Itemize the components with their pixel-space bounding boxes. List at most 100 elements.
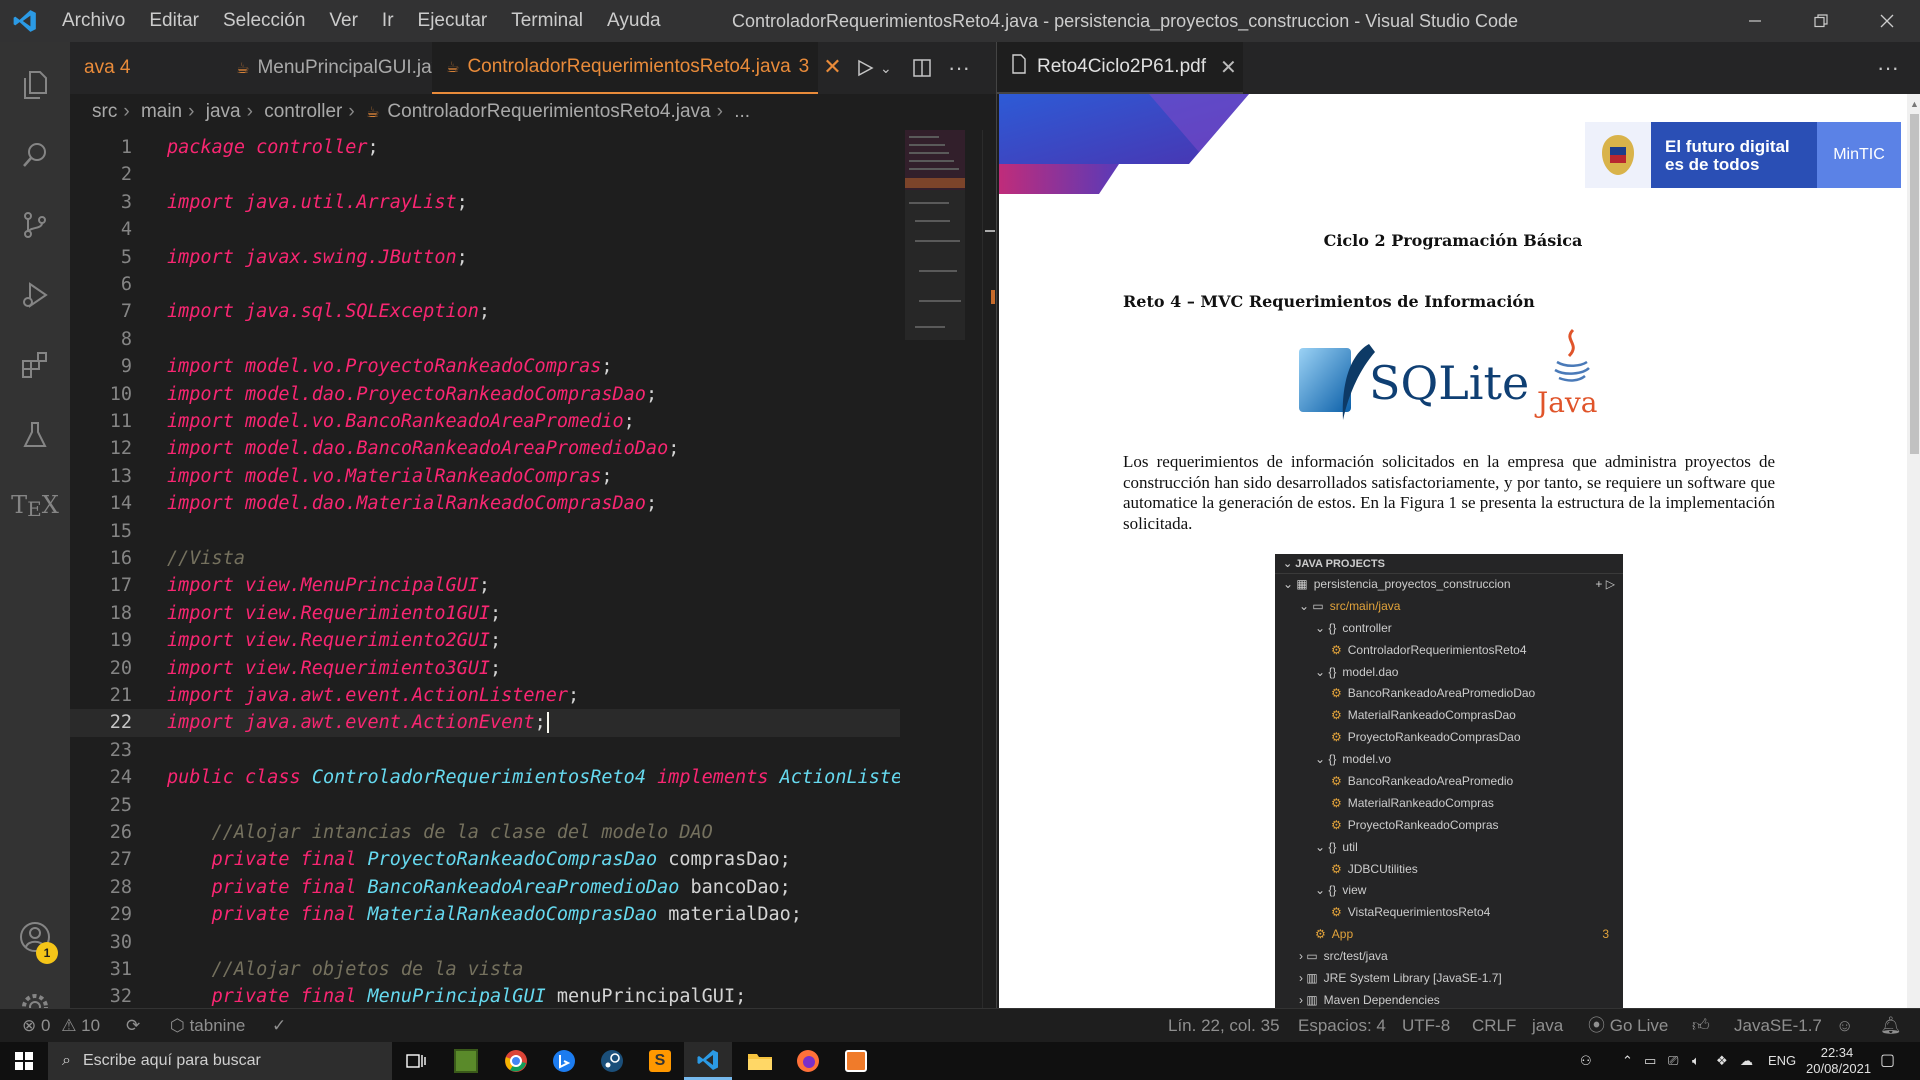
- code-line[interactable]: 24 public class ControladorRequerimientos…: [70, 764, 900, 791]
- line-number[interactable]: 28: [70, 874, 132, 901]
- line-number[interactable]: 7: [70, 298, 132, 325]
- line-number[interactable]: 31: [70, 956, 132, 983]
- language-mode[interactable]: java: [1532, 1009, 1563, 1043]
- line-number[interactable]: 1: [70, 134, 132, 161]
- line-number[interactable]: 15: [70, 518, 132, 545]
- steam-app-icon[interactable]: [588, 1042, 636, 1080]
- code-line[interactable]: 28 private final BancoRankeadoAreaPromed…: [70, 874, 900, 901]
- code-line[interactable]: 11 import model.vo.BancoRankeadoAreaProme…: [70, 408, 900, 435]
- minimize-button[interactable]: [1722, 0, 1788, 42]
- tex-icon[interactable]: TEX: [0, 470, 70, 540]
- menu-item[interactable]: Editar: [137, 0, 211, 42]
- breadcrumb-controller[interactable]: controller: [264, 101, 342, 122]
- code-line[interactable]: 5 import javax.swing.JButton;: [70, 244, 900, 271]
- chrome-app-icon[interactable]: [492, 1042, 540, 1080]
- line-number[interactable]: 12: [70, 435, 132, 462]
- menu-item[interactable]: Terminal: [499, 0, 595, 42]
- line-number[interactable]: 2: [70, 161, 132, 188]
- language-indicator[interactable]: ENG: [1768, 1042, 1796, 1080]
- line-number[interactable]: 13: [70, 463, 132, 490]
- feedback-icon[interactable]: ☺: [1836, 1009, 1853, 1043]
- code-line[interactable]: 25: [70, 792, 900, 819]
- check-icon[interactable]: ✓: [272, 1009, 286, 1043]
- code-line[interactable]: 22 import java.awt.event.ActionEvent;: [70, 709, 900, 737]
- problems-status[interactable]: ⊗ 0 ⚠ 10: [22, 1009, 100, 1043]
- notifications-bell-icon[interactable]: 🔔︎: [1880, 1009, 1902, 1043]
- run-button[interactable]: ⌄: [850, 42, 898, 94]
- bing-app-icon[interactable]: [540, 1042, 588, 1080]
- restore-button[interactable]: [1788, 0, 1854, 42]
- code-line[interactable]: 10 import model.dao.ProyectoRankeadoCompr…: [70, 381, 900, 408]
- line-number[interactable]: 26: [70, 819, 132, 846]
- end-of-line[interactable]: CRLF: [1472, 1009, 1516, 1043]
- line-number[interactable]: 19: [70, 627, 132, 654]
- minecraft-app-icon[interactable]: [442, 1042, 490, 1080]
- sublime-app-icon[interactable]: S: [636, 1042, 684, 1080]
- extensions-icon[interactable]: [0, 330, 70, 400]
- code-line[interactable]: 19 import view.Requerimiento2GUI;: [70, 627, 900, 654]
- file-explorer-app-icon[interactable]: [736, 1042, 784, 1080]
- code-line[interactable]: 23: [70, 737, 900, 764]
- pdf-scrollbar[interactable]: ▲: [1907, 94, 1920, 1008]
- code-line[interactable]: 20 import view.Requerimiento3GUI;: [70, 655, 900, 682]
- action-center-icon[interactable]: ▢: [1880, 1042, 1895, 1080]
- code-line[interactable]: 4: [70, 216, 900, 243]
- code-line[interactable]: 14 import model.dao.MaterialRankeadoCompr…: [70, 490, 900, 517]
- tab-controlador[interactable]: ☕ ControladorRequerimientosReto4.java 3 …: [432, 42, 842, 94]
- line-number[interactable]: 17: [70, 572, 132, 599]
- code-line[interactable]: 1 package controller;: [70, 134, 900, 161]
- pdf-viewer[interactable]: El futuro digital es de todos MinTIC Cic…: [999, 94, 1907, 1008]
- code-line[interactable]: 32 private final MenuPrincipalGUI menuPr…: [70, 983, 900, 1008]
- menu-item[interactable]: Selección: [211, 0, 317, 42]
- photo-app-icon[interactable]: [832, 1042, 880, 1080]
- code-line[interactable]: 18 import view.Requerimiento1GUI;: [70, 600, 900, 627]
- line-number[interactable]: 11: [70, 408, 132, 435]
- code-line[interactable]: 8: [70, 326, 900, 353]
- close-tab-icon[interactable]: ✕: [823, 54, 841, 80]
- code-line[interactable]: 17 import view.MenuPrincipalGUI;: [70, 572, 900, 599]
- code-line[interactable]: 29 private final MaterialRankeadoCompras…: [70, 901, 900, 928]
- code-line[interactable]: 16 //Vista: [70, 545, 900, 572]
- code-line[interactable]: 6: [70, 271, 900, 298]
- line-number[interactable]: 9: [70, 353, 132, 380]
- line-number[interactable]: 23: [70, 737, 132, 764]
- cursor-position[interactable]: Lín. 22, col. 35: [1168, 1009, 1280, 1043]
- line-number[interactable]: 6: [70, 271, 132, 298]
- run-debug-icon[interactable]: [0, 260, 70, 330]
- breadcrumb-src[interactable]: src: [92, 101, 117, 122]
- tabnine-status[interactable]: ⬡ tabnine: [170, 1009, 245, 1043]
- code-editor[interactable]: 1 package controller; 2 3 import java.util.A…: [70, 130, 900, 1008]
- firefox-app-icon[interactable]: [784, 1042, 832, 1080]
- volume-icon[interactable]: 🔈︎: [1692, 1042, 1700, 1080]
- menu-item[interactable]: Ayuda: [595, 0, 673, 42]
- tab-menuprincipalgui[interactable]: ☕ MenuPrincipalGUI.java: [222, 42, 466, 94]
- line-number[interactable]: 3: [70, 189, 132, 216]
- windows-start-icon[interactable]: [0, 1042, 48, 1080]
- go-live-button[interactable]: ⦿ Go Live: [1588, 1009, 1668, 1043]
- pdf-scroll-thumb[interactable]: [1910, 114, 1919, 454]
- split-editor-icon[interactable]: [906, 42, 938, 94]
- close-window-button[interactable]: [1854, 0, 1920, 42]
- code-line[interactable]: 2: [70, 161, 900, 188]
- breadcrumb-file[interactable]: ControladorRequerimientosReto4.java: [387, 101, 710, 122]
- taskbar-search[interactable]: ⌕ Escribe aquí para buscar: [48, 1042, 392, 1080]
- task-view-icon[interactable]: [392, 1042, 440, 1080]
- line-number[interactable]: 21: [70, 682, 132, 709]
- code-line[interactable]: 26 //Alojar intancias de la clase del mo…: [70, 819, 900, 846]
- people-icon[interactable]: ⚇: [1580, 1042, 1592, 1080]
- source-control-icon[interactable]: [0, 190, 70, 260]
- line-number[interactable]: 8: [70, 326, 132, 353]
- battery-icon[interactable]: ▭: [1644, 1042, 1656, 1080]
- dropbox-icon[interactable]: ❖: [1716, 1042, 1728, 1080]
- code-line[interactable]: 9 import model.vo.ProyectoRankeadoCompras…: [70, 353, 900, 380]
- code-line[interactable]: 21 import java.awt.event.ActionListener;: [70, 682, 900, 709]
- line-number[interactable]: 22: [70, 709, 132, 736]
- line-number[interactable]: 32: [70, 983, 132, 1008]
- line-number[interactable]: 30: [70, 929, 132, 956]
- encoding[interactable]: UTF-8: [1402, 1009, 1450, 1043]
- chevron-down-icon[interactable]: ⌄: [880, 60, 892, 77]
- testing-icon[interactable]: [0, 400, 70, 470]
- line-number[interactable]: 27: [70, 846, 132, 873]
- code-line[interactable]: 13 import model.vo.MaterialRankeadoCompra…: [70, 463, 900, 490]
- tab-ava4[interactable]: ava 4: [70, 42, 190, 94]
